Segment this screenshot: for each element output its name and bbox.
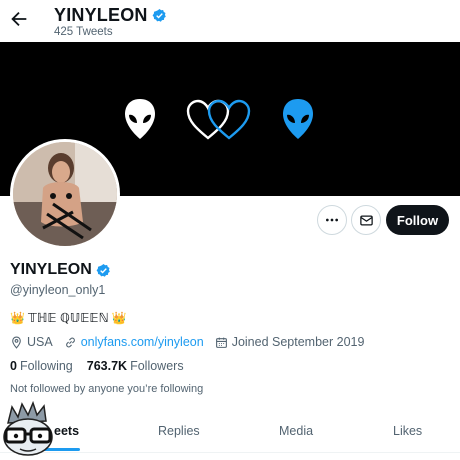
followers-count: 763.7K xyxy=(86,359,128,373)
glasses-mascot-icon xyxy=(0,400,56,457)
alien-icon-blue xyxy=(283,99,313,139)
header-name: YINYLEON xyxy=(54,5,148,25)
tab-tweets[interactable]: eets xyxy=(54,424,79,438)
tab-likes[interactable]: Likes xyxy=(393,424,422,438)
avatar-image xyxy=(13,142,117,246)
link-icon xyxy=(65,337,75,347)
avatar-photo-icon xyxy=(13,142,117,246)
follow-button[interactable]: Follow xyxy=(386,205,449,235)
tab-media[interactable]: Media xyxy=(279,424,313,438)
calendar-icon xyxy=(215,337,227,348)
followers-label: Followers xyxy=(130,359,184,373)
more-options-button[interactable] xyxy=(317,205,347,235)
tabs-divider xyxy=(0,452,460,453)
location-pin-icon xyxy=(12,336,21,349)
tweet-count: 425 Tweets xyxy=(54,26,113,38)
alien-icon-white xyxy=(125,99,155,139)
followers-link[interactable]: 763.7K Followers xyxy=(87,359,184,373)
link-text[interactable]: onlyfans.com/yinyleon xyxy=(81,335,204,349)
profile-avatar[interactable] xyxy=(10,139,120,249)
top-bar: YINYLEON 425 Tweets xyxy=(0,0,460,42)
following-label: Following xyxy=(19,359,73,373)
profile-joined: Joined September 2019 xyxy=(215,335,365,349)
verified-badge-icon xyxy=(96,263,110,277)
location-text: USA xyxy=(27,335,53,349)
profile-link[interactable]: onlyfans.com/yinyleon xyxy=(64,335,204,349)
crown-emoji-right: 👑 xyxy=(111,310,127,325)
profile-location: USA xyxy=(10,335,53,349)
follow-counts: 0 Following 763.7K Followers xyxy=(10,359,198,373)
display-name-text: YINYLEON xyxy=(10,261,92,278)
following-link[interactable]: 0 Following xyxy=(10,359,73,373)
heart-outline-blue-icon xyxy=(207,99,251,140)
more-dots-icon xyxy=(326,218,338,222)
profile-meta: USA onlyfans.com/yinyleon Joined Septemb… xyxy=(10,334,375,350)
envelope-icon xyxy=(359,215,373,225)
verified-badge-icon xyxy=(152,8,166,22)
message-button[interactable] xyxy=(351,205,381,235)
following-count: 0 xyxy=(10,359,17,373)
bio-text: 𝕋ℍ𝔼 ℚ𝕌𝔼𝔼ℕ xyxy=(27,311,109,325)
tab-replies[interactable]: Replies xyxy=(158,424,200,438)
profile-bio: 👑 𝕋ℍ𝔼 ℚ𝕌𝔼𝔼ℕ 👑 xyxy=(10,310,127,326)
joined-text: Joined September 2019 xyxy=(231,335,365,349)
not-followed-notice: Not followed by anyone you’re following xyxy=(10,383,204,395)
header-title: YINYLEON xyxy=(54,5,167,26)
crown-emoji-left: 👑 xyxy=(10,310,25,325)
profile-handle: @yinyleon_only1 xyxy=(10,283,106,297)
profile-display-name: YINYLEON xyxy=(10,261,111,279)
profile-tabs: eets Replies Media Likes xyxy=(0,418,460,452)
back-arrow-icon[interactable] xyxy=(8,8,30,30)
